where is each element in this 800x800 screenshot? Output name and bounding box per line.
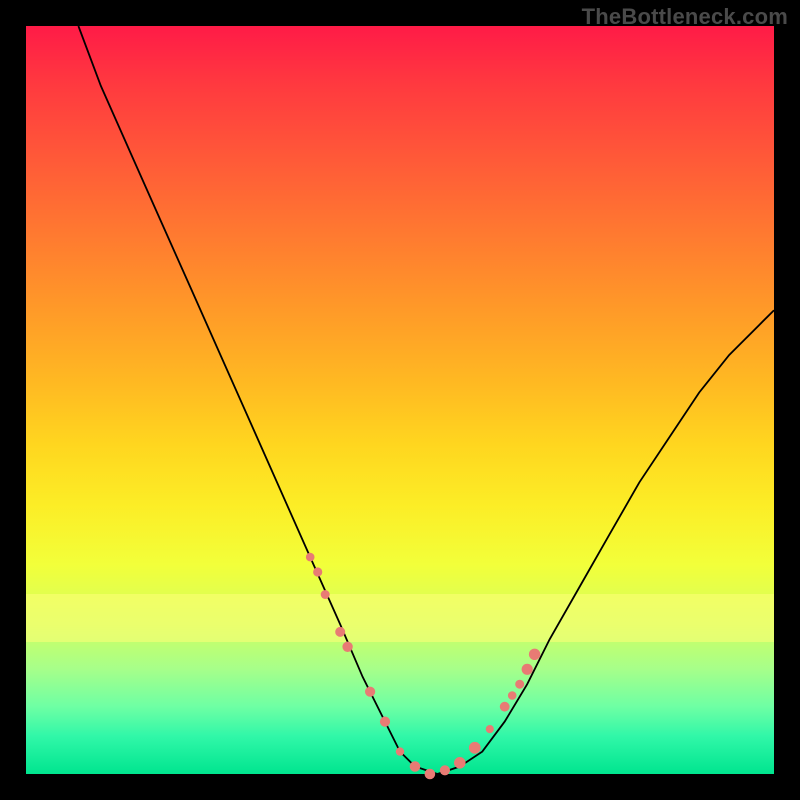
highlight-dot: [529, 649, 540, 660]
highlight-dot: [380, 717, 390, 727]
highlight-dot: [469, 742, 481, 754]
watermark-text: TheBottleneck.com: [582, 4, 788, 30]
highlight-dot: [335, 627, 345, 637]
highlight-dot: [440, 765, 450, 775]
chart-frame: TheBottleneck.com: [0, 0, 800, 800]
highlight-dot: [515, 680, 524, 689]
highlight-dot: [306, 553, 315, 562]
highlight-dot: [410, 761, 421, 772]
highlight-dot: [508, 691, 517, 700]
highlight-dot: [522, 664, 533, 675]
highlight-dots-group: [306, 553, 540, 780]
highlight-dot: [342, 642, 352, 652]
highlight-dot: [396, 747, 404, 755]
highlight-dot: [500, 702, 510, 712]
highlight-dot: [313, 567, 322, 576]
bottleneck-curve: [78, 26, 774, 774]
curve-svg: [26, 26, 774, 774]
highlight-dot: [321, 590, 330, 599]
highlight-dot: [365, 687, 375, 697]
highlight-dot: [486, 725, 494, 733]
plot-area: [26, 26, 774, 774]
highlight-dot: [454, 757, 466, 769]
highlight-dot: [425, 769, 436, 780]
